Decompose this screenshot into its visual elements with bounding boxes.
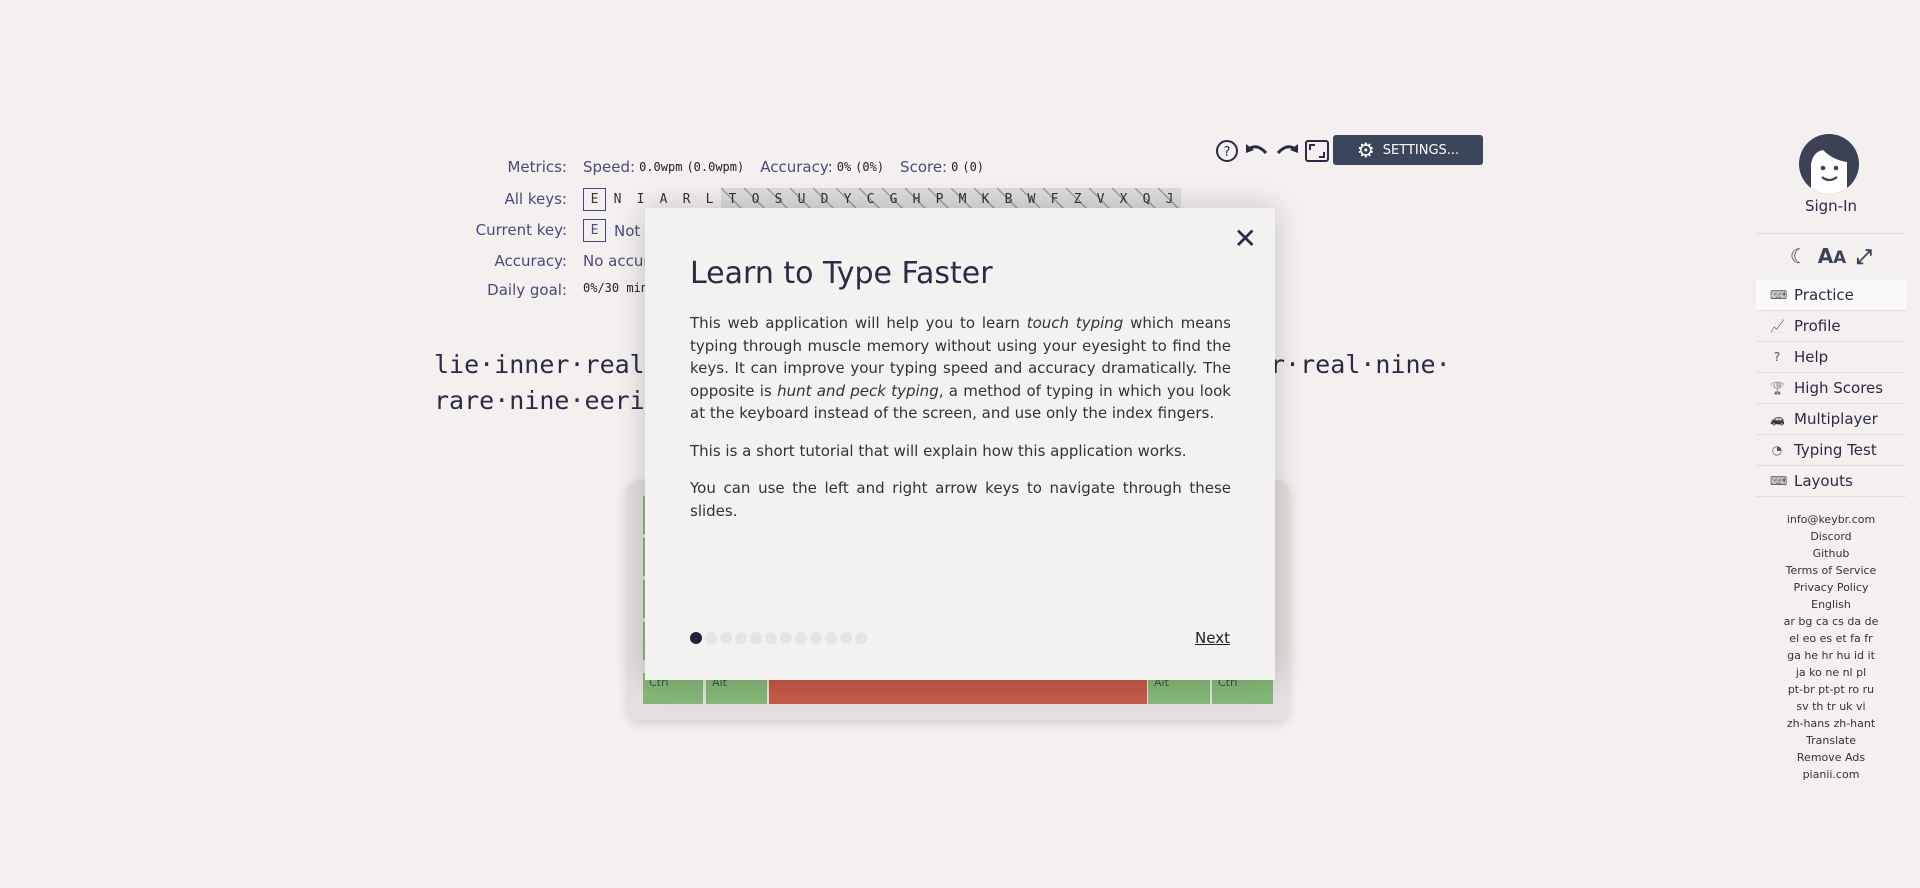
footer-link[interactable]: ga he hr hu id it <box>1756 647 1906 664</box>
slide-dot[interactable] <box>795 632 807 644</box>
key-accuracy-text: No accur <box>583 252 650 270</box>
slide-dot[interactable] <box>750 632 762 644</box>
help-icon: ? <box>1773 350 1781 364</box>
sidebar-item-typing-test[interactable]: ◔ Typing Test <box>1756 435 1906 466</box>
key-e[interactable]: E <box>583 188 606 211</box>
gear-icon: ⚙ <box>1356 138 1375 162</box>
fullscreen-icon[interactable]: ⤢ <box>1856 244 1872 268</box>
car-icon: 🚗 <box>1770 412 1785 426</box>
score-value: 0 <box>951 160 959 174</box>
sidebar-item-label: Layouts <box>1794 472 1853 490</box>
footer-link[interactable]: el eo es et fa fr <box>1756 630 1906 647</box>
theme-toggle-icon[interactable]: ☾ <box>1790 244 1808 268</box>
score-avg: (0) <box>962 160 985 174</box>
intro-paragraph: This web application will help you to le… <box>690 314 1231 422</box>
help-icon[interactable]: ? <box>1213 137 1241 165</box>
font-size-icon[interactable]: AA <box>1818 244 1846 268</box>
accuracy-avg: (0%) <box>855 160 885 174</box>
chart-icon: 📈 <box>1770 319 1785 333</box>
all-keys-label: All keys: <box>504 190 568 208</box>
footer-link[interactable]: English <box>1756 596 1906 613</box>
avatar[interactable] <box>1799 134 1859 194</box>
slide-dot[interactable] <box>825 632 837 644</box>
footer-link[interactable]: Discord <box>1756 528 1906 545</box>
metrics-row: Speed: 0.0wpm (0.0wpm) Accuracy: 0% (0%)… <box>583 158 984 176</box>
slide-dot[interactable] <box>840 632 852 644</box>
footer-link[interactable]: pianii.com <box>1756 766 1906 783</box>
settings-button[interactable]: ⚙ SETTINGS... <box>1333 135 1483 165</box>
trophy-icon: 🏆 <box>1770 381 1785 395</box>
sidebar-item-label: Help <box>1794 348 1829 366</box>
fullscreen-icon[interactable] <box>1303 137 1331 165</box>
footer-link[interactable]: Github <box>1756 545 1906 562</box>
settings-label: SETTINGS... <box>1382 142 1460 158</box>
sidebar-item-label: Profile <box>1794 317 1841 335</box>
next-button[interactable]: Next <box>1195 629 1230 647</box>
slide-dot[interactable] <box>720 632 732 644</box>
svg-text:?: ? <box>1224 145 1231 160</box>
key-n[interactable]: N <box>606 188 629 211</box>
dialog-title: Learn to Type Faster <box>690 256 993 291</box>
slide-dot[interactable] <box>855 632 867 644</box>
lesson-line-1-left: lie·inner·real <box>434 350 645 379</box>
footer-link[interactable]: zh-hans zh-hant <box>1756 715 1906 732</box>
gauge-icon: ◔ <box>1771 443 1783 457</box>
slide-indicator <box>690 632 867 644</box>
slide-dot[interactable] <box>705 632 717 644</box>
sidebar-item-label: Typing Test <box>1794 441 1877 459</box>
keyboard-icon: ⌨ <box>1770 474 1788 488</box>
sidebar-item-help[interactable]: ? Help <box>1756 342 1906 373</box>
slide-dot[interactable] <box>765 632 777 644</box>
current-key: E <box>583 219 606 242</box>
footer-link[interactable]: ja ko ne nl pl <box>1756 664 1906 681</box>
slide-dot[interactable] <box>810 632 822 644</box>
navigation-paragraph: You can use the left and right arrow key… <box>690 479 1231 520</box>
sidebar-item-multiplayer[interactable]: 🚗 Multiplayer <box>1756 404 1906 435</box>
close-icon[interactable]: ✕ <box>1234 222 1257 255</box>
tutorial-paragraph: This is a short tutorial that will expla… <box>690 441 1187 460</box>
sidebar-item-high-scores[interactable]: 🏆 High Scores <box>1756 373 1906 404</box>
score-label: Score: <box>900 158 948 176</box>
current-key-label: Current key: <box>475 221 567 239</box>
slide-dot[interactable] <box>735 632 747 644</box>
sidebar-item-profile[interactable]: 📈 Profile <box>1756 311 1906 342</box>
undo-icon[interactable] <box>1243 137 1271 165</box>
footer-link[interactable]: Privacy Policy <box>1756 579 1906 596</box>
metrics-label: Metrics: <box>507 158 567 176</box>
footer-link[interactable]: info@keybr.com <box>1756 511 1906 528</box>
slide-dot[interactable] <box>690 632 702 644</box>
sign-in-link[interactable]: Sign-In <box>1756 197 1906 215</box>
accuracy-value: 0% <box>836 160 852 174</box>
footer-link[interactable]: sv th tr uk vi <box>1756 698 1906 715</box>
footer-link[interactable]: Translate <box>1756 732 1906 749</box>
sidebar-item-label: Practice <box>1794 286 1854 304</box>
accuracy-label: Accuracy: <box>760 158 833 176</box>
redo-icon[interactable] <box>1273 137 1301 165</box>
lesson-line-1-right: r·real·nine· <box>1270 350 1451 379</box>
daily-goal-value: 0%/30 min <box>583 281 649 295</box>
speed-label: Speed: <box>583 158 636 176</box>
footer-link[interactable]: Remove Ads <box>1756 749 1906 766</box>
sidebar-item-layouts[interactable]: ⌨ Layouts <box>1756 466 1906 497</box>
footer-link[interactable]: Terms of Service <box>1756 562 1906 579</box>
daily-goal-label: Daily goal: <box>487 281 567 299</box>
sidebar-item-label: Multiplayer <box>1794 410 1878 428</box>
speed-value: 0.0wpm <box>639 160 683 174</box>
footer-link[interactable]: pt-br pt-pt ro ru <box>1756 681 1906 698</box>
sidebar-item-practice[interactable]: ⌨ Practice <box>1756 280 1906 311</box>
tutorial-dialog: ✕ Learn to Type Faster This web applicat… <box>645 208 1275 680</box>
slide-dot[interactable] <box>780 632 792 644</box>
speed-avg: (0.0wpm) <box>686 160 745 174</box>
key-accuracy-label: Accuracy: <box>494 252 567 270</box>
lesson-line-2-left: rare·nine·eeri <box>434 386 645 415</box>
footer-link[interactable]: ar bg ca cs da de <box>1756 613 1906 630</box>
keyboard-icon: ⌨ <box>1770 288 1788 302</box>
sidebar-item-label: High Scores <box>1794 379 1884 397</box>
